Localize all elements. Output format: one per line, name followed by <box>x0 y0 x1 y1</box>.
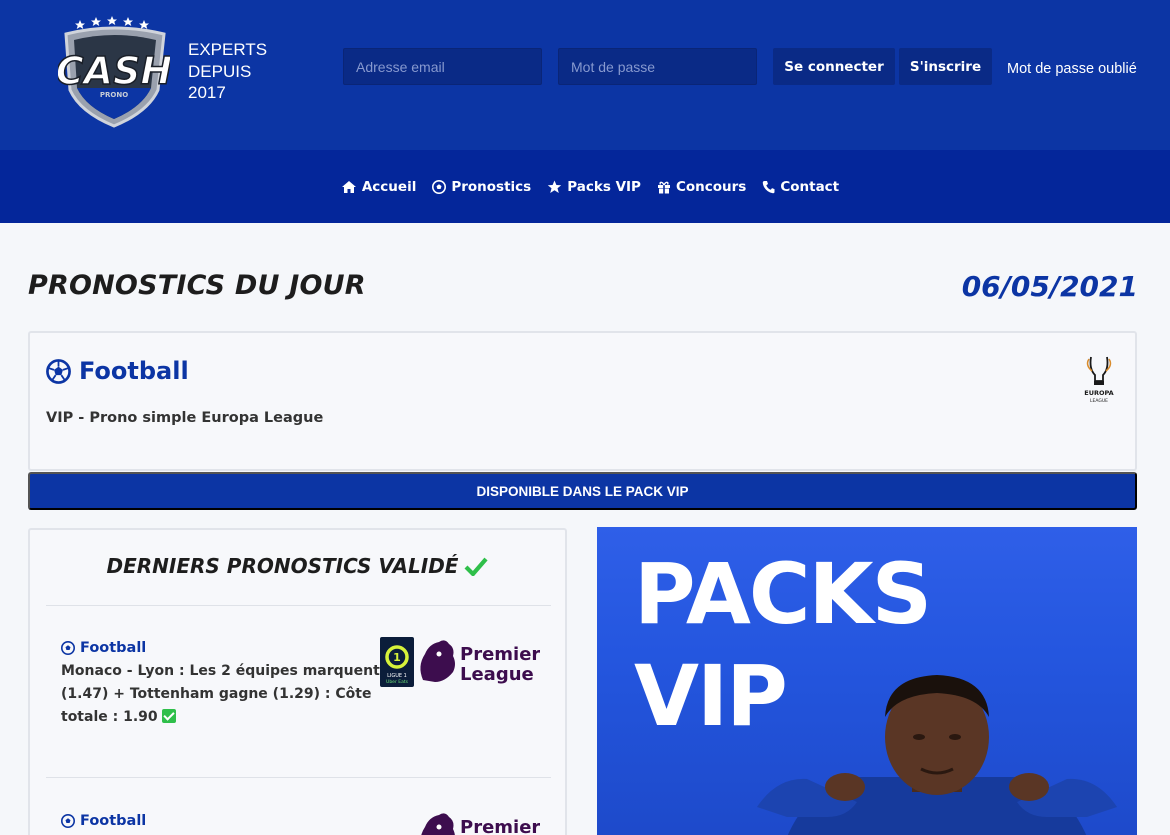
vip-pack-button[interactable]: DISPONIBLE DANS LE PACK VIP <box>28 472 1137 510</box>
svg-text:LEAGUE: LEAGUE <box>1090 398 1108 404</box>
svg-text:CASH: CASH <box>58 49 170 93</box>
tagline-line: 2017 <box>188 83 226 102</box>
email-input[interactable] <box>343 48 542 85</box>
login-button[interactable]: Se connecter <box>773 48 895 85</box>
soccer-ball-icon <box>61 641 75 655</box>
nav-item-packs-vip[interactable]: Packs VIP <box>547 179 641 195</box>
signup-button[interactable]: S'inscrire <box>899 48 992 85</box>
validated-title: DERNIERS PRONOSTICS VALIDÉ <box>30 554 565 578</box>
validated-title-text: DERNIERS PRONOSTICS VALIDÉ <box>106 554 459 578</box>
list-item[interactable]: Football Monaco - Lyon : Les 2 équipes m… <box>61 640 381 729</box>
svg-text:1: 1 <box>393 651 401 664</box>
svg-text:Uber Eats: Uber Eats <box>386 679 409 685</box>
prono-card: Football VIP - Prono simple Europa Leagu… <box>28 331 1137 471</box>
svg-text:EUROPA: EUROPA <box>1084 389 1113 397</box>
entry-sport-label: Football <box>80 813 147 829</box>
svg-text:LIGUE 1: LIGUE 1 <box>387 673 407 679</box>
entry-sport-label: Football <box>80 640 147 656</box>
divider <box>46 605 551 606</box>
nav-label: Accueil <box>361 178 417 195</box>
list-item[interactable]: Football <box>61 813 381 829</box>
nav-label: Packs VIP <box>567 178 641 195</box>
europa-league-logo: EUROPA LEAGUE <box>1084 356 1114 404</box>
svg-text:League: League <box>460 664 534 685</box>
soccer-ball-icon <box>46 358 71 384</box>
password-input[interactable] <box>558 48 757 85</box>
phone-icon <box>763 180 775 193</box>
forgot-password-link[interactable]: Mot de passe oublié <box>1007 61 1137 77</box>
nav-item-pronostics[interactable]: Pronostics <box>432 179 531 195</box>
cash-prono-logo[interactable]: CASH PRONO <box>58 12 170 130</box>
validated-pronostics-card: DERNIERS PRONOSTICS VALIDÉ Football Mona… <box>28 528 567 835</box>
nav-item-concours[interactable]: Concours <box>657 179 746 195</box>
validated-check-icon <box>161 709 176 723</box>
page-date: 06/05/2021 <box>961 270 1138 303</box>
prono-sport: Football <box>46 357 189 385</box>
nav-label: Contact <box>780 178 840 195</box>
packs-vip-banner[interactable]: PACKS VIP <box>597 527 1137 835</box>
ligue1-logo: 1 LIGUE 1 Uber Eats <box>380 637 414 687</box>
top-header: CASH PRONO EXPERTS DEPUIS 2017 Se connec… <box>0 0 1170 150</box>
svg-text:Premier: Premier <box>460 817 540 835</box>
entry-text: Monaco - Lyon : Les 2 équipes marquent (… <box>61 660 381 729</box>
main-nav: Accueil Pronostics Packs VIP Concours Co… <box>0 150 1170 223</box>
entry-sport: Football <box>61 813 381 829</box>
nav-label: Concours <box>675 178 747 195</box>
star-icon <box>548 180 562 193</box>
nav-label: Pronostics <box>451 178 532 195</box>
prono-sport-label: Football <box>79 357 189 385</box>
premier-league-logo: Premier League <box>421 813 540 835</box>
page-title: PRONOSTICS DU JOUR <box>28 270 366 301</box>
entry-text-content: Monaco - Lyon : Les 2 équipes marquent (… <box>61 663 380 725</box>
tagline-line: EXPERTS <box>188 40 268 59</box>
home-icon <box>341 180 356 193</box>
tagline: EXPERTS DEPUIS 2017 <box>188 39 267 104</box>
banner-line: PACKS <box>634 545 932 643</box>
nav-item-accueil[interactable]: Accueil <box>341 179 416 195</box>
premier-league-logo: Premier League <box>420 640 540 685</box>
svg-text:Premier: Premier <box>460 644 540 665</box>
divider <box>46 777 551 778</box>
svg-text:PRONO: PRONO <box>100 91 128 99</box>
soccer-ball-icon <box>432 179 447 194</box>
entry-sport: Football <box>61 640 381 656</box>
gift-icon <box>657 181 670 193</box>
check-icon <box>464 557 489 576</box>
tagline-line: DEPUIS <box>188 61 252 81</box>
prono-description: VIP - Prono simple Europa League <box>46 410 324 426</box>
nav-item-contact[interactable]: Contact <box>762 179 839 195</box>
player-image <box>757 675 1117 835</box>
soccer-ball-icon <box>61 814 75 828</box>
